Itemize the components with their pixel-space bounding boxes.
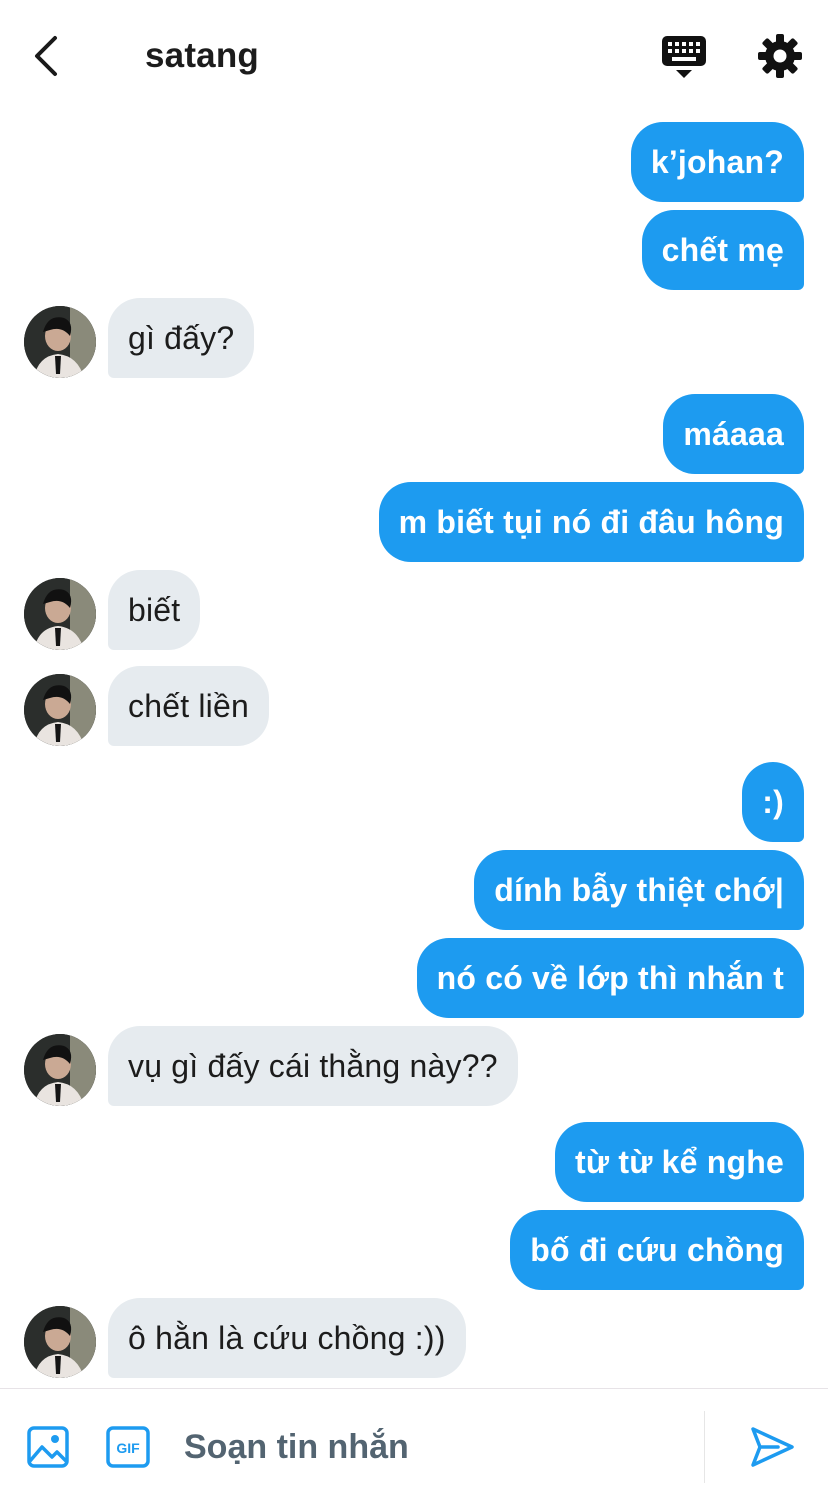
avatar[interactable] — [24, 578, 96, 650]
avatar-image — [24, 1306, 96, 1378]
message-composer: GIF — [0, 1388, 828, 1485]
avatar-image — [24, 306, 96, 378]
settings-button[interactable] — [756, 32, 804, 80]
image-icon — [27, 1426, 69, 1468]
message-input[interactable] — [184, 1417, 684, 1477]
outgoing-message[interactable]: k’johan? — [630, 122, 804, 202]
incoming-message[interactable]: chết liền — [108, 666, 269, 746]
outgoing-message[interactable]: từ từ kể nghe — [555, 1122, 804, 1202]
conversation-title[interactable]: satang — [145, 36, 259, 76]
incoming-message[interactable]: vụ gì đấy cái thằng này?? — [108, 1026, 518, 1106]
incoming-message[interactable]: gì đấy? — [108, 298, 255, 378]
outgoing-message[interactable]: dính bẫy thiệt chớ| — [474, 850, 804, 930]
avatar-image — [24, 578, 96, 650]
outgoing-message[interactable]: :) — [742, 762, 804, 842]
incoming-message[interactable]: biết — [108, 570, 201, 650]
avatar[interactable] — [24, 1306, 96, 1378]
conversation-header: satang — [0, 0, 828, 110]
outgoing-message[interactable]: chết mẹ — [641, 210, 804, 290]
outgoing-message[interactable]: m biết tụi nó đi đâu hông — [378, 482, 804, 562]
add-gif-button[interactable]: GIF — [105, 1425, 151, 1469]
keyboard-icon — [662, 36, 706, 78]
avatar[interactable] — [24, 306, 96, 378]
outgoing-message[interactable]: nó có về lớp thì nhắn t — [416, 938, 804, 1018]
gear-icon — [758, 34, 802, 78]
back-button[interactable] — [26, 30, 66, 82]
avatar[interactable] — [24, 674, 96, 746]
avatar[interactable] — [24, 1034, 96, 1106]
incoming-message[interactable]: ô hằn là cứu chồng :)) — [108, 1298, 466, 1378]
send-icon — [751, 1427, 794, 1467]
keyboard-button[interactable] — [660, 32, 708, 82]
outgoing-message[interactable]: bố đi cứu chồng — [510, 1210, 804, 1290]
send-button[interactable] — [748, 1425, 796, 1469]
avatar-image — [24, 1034, 96, 1106]
outgoing-message[interactable]: máaaa — [663, 394, 804, 474]
chevron-left-icon — [35, 36, 57, 76]
composer-divider — [704, 1411, 705, 1483]
gif-label: GIF — [116, 1440, 140, 1456]
add-image-button[interactable] — [26, 1425, 70, 1469]
gif-icon: GIF — [106, 1426, 150, 1468]
avatar-image — [24, 674, 96, 746]
